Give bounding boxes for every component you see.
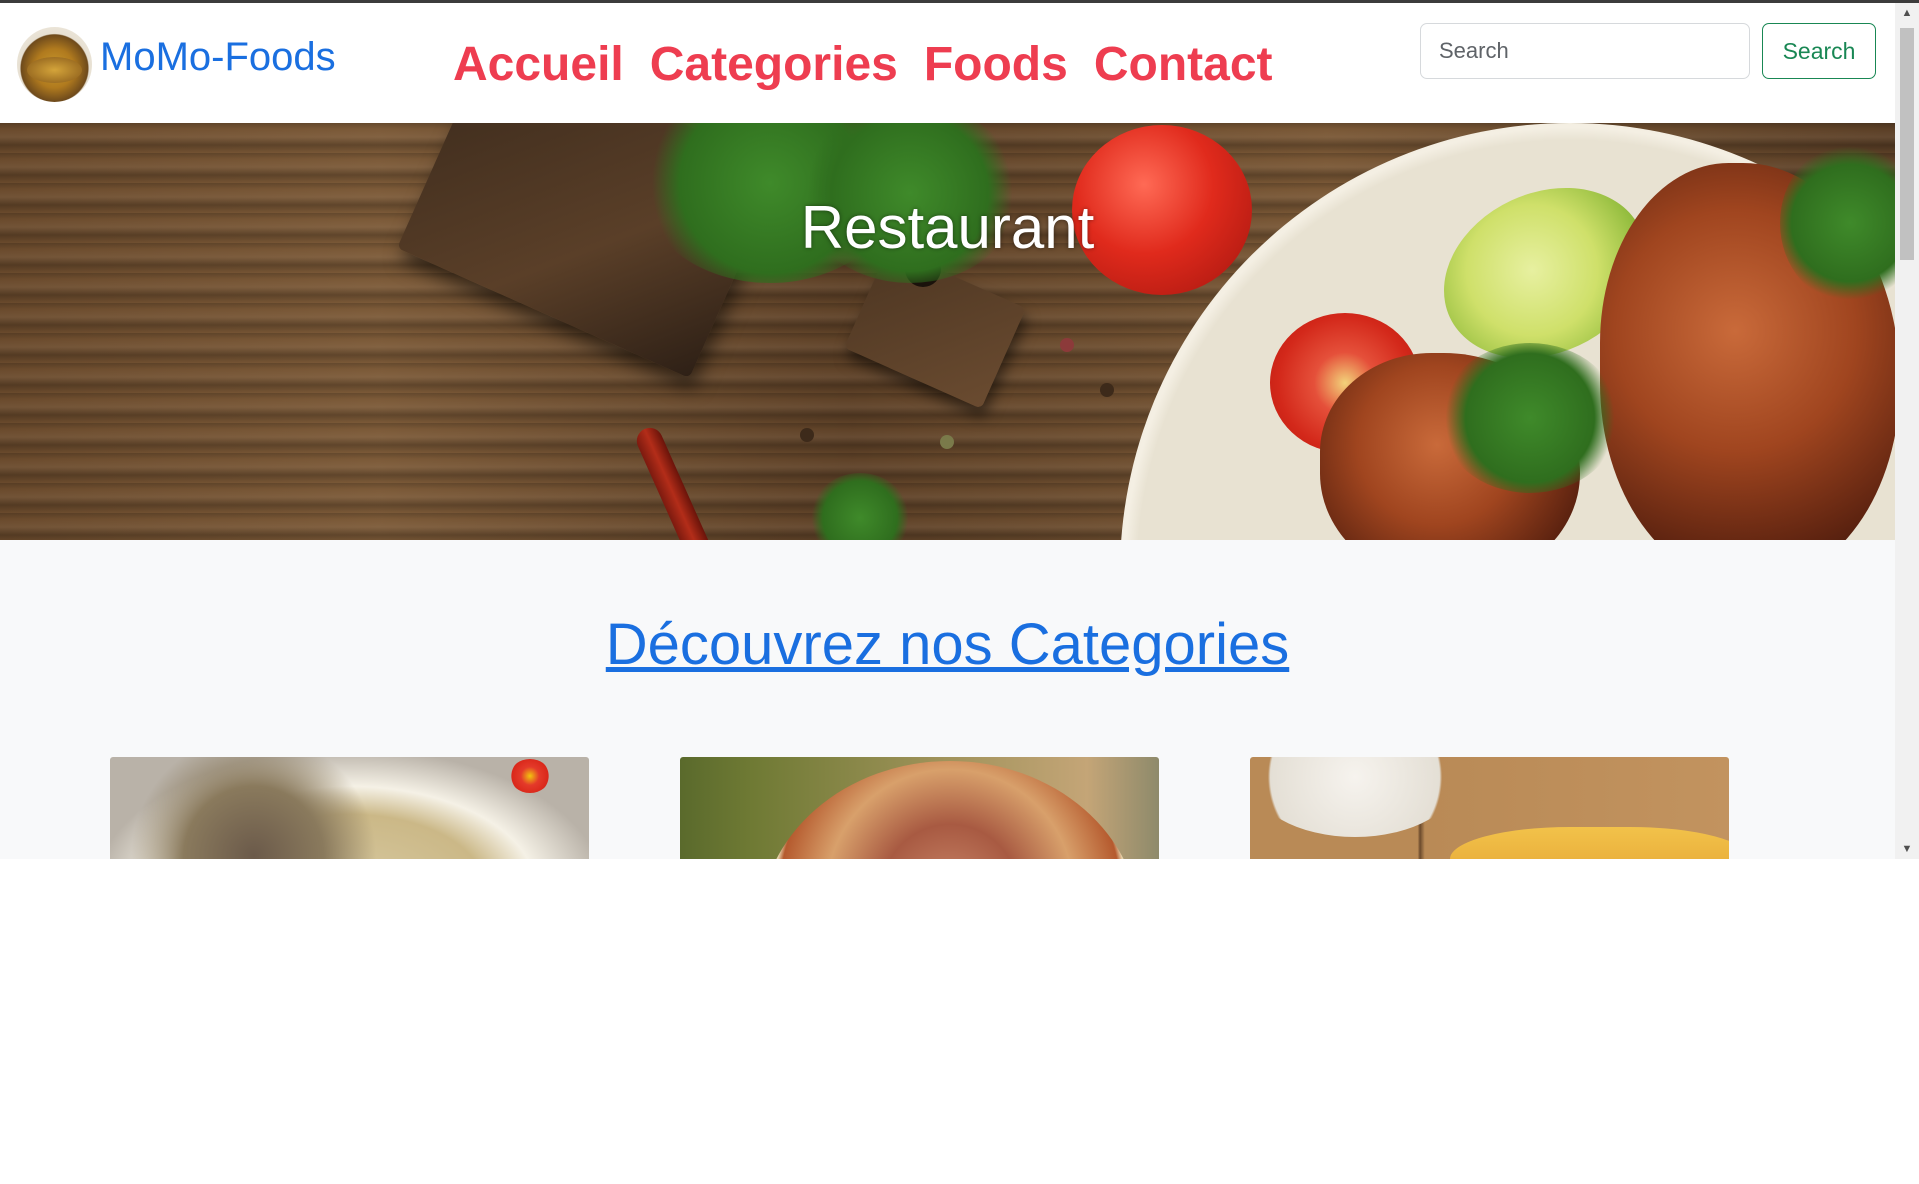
navbar: MoMo-Foods Accueil Categories Foods Cont… — [0, 3, 1895, 123]
nav-links: Accueil Categories Foods Contact — [453, 37, 1273, 93]
scroll-up-arrow-icon[interactable]: ▲ — [1895, 3, 1919, 23]
hero-peppercorn — [1100, 383, 1114, 397]
hero-title: Restaurant — [800, 194, 1095, 261]
scroll-down-arrow-icon[interactable]: ▼ — [1895, 839, 1919, 859]
nav-link-accueil[interactable]: Accueil — [453, 37, 624, 93]
category-card-image[interactable] — [1250, 757, 1729, 859]
hero-chili — [632, 423, 714, 540]
scrollbar-thumb[interactable] — [1900, 28, 1914, 260]
search-button[interactable]: Search — [1762, 23, 1876, 79]
hero-parsley — [810, 473, 910, 540]
nav-link-foods[interactable]: Foods — [924, 37, 1068, 93]
category-card-image[interactable] — [680, 757, 1159, 859]
nav-link-contact[interactable]: Contact — [1094, 37, 1273, 93]
brand-link[interactable]: MoMo-Foods — [100, 33, 336, 81]
hero-peppercorn — [940, 435, 954, 449]
logo-icon[interactable] — [17, 27, 92, 102]
category-card-image[interactable] — [110, 757, 589, 859]
card-bowl — [1250, 757, 1460, 837]
browser-viewport: MoMo-Foods Accueil Categories Foods Cont… — [0, 0, 1919, 859]
card-fries — [1450, 827, 1729, 859]
nav-link-categories[interactable]: Categories — [650, 37, 898, 93]
hero-peppercorn — [1060, 338, 1074, 352]
card-pizza — [760, 761, 1140, 859]
hero-peppercorn — [800, 428, 814, 442]
categories-title-link[interactable]: Découvrez nos Categories — [0, 610, 1895, 680]
hero-parsley — [1440, 343, 1620, 493]
vertical-scrollbar[interactable]: ▲ ▼ — [1895, 3, 1919, 859]
card-flower-decoration — [510, 759, 550, 793]
search-input[interactable] — [1420, 23, 1750, 79]
hero-banner: Restaurant — [0, 123, 1895, 540]
